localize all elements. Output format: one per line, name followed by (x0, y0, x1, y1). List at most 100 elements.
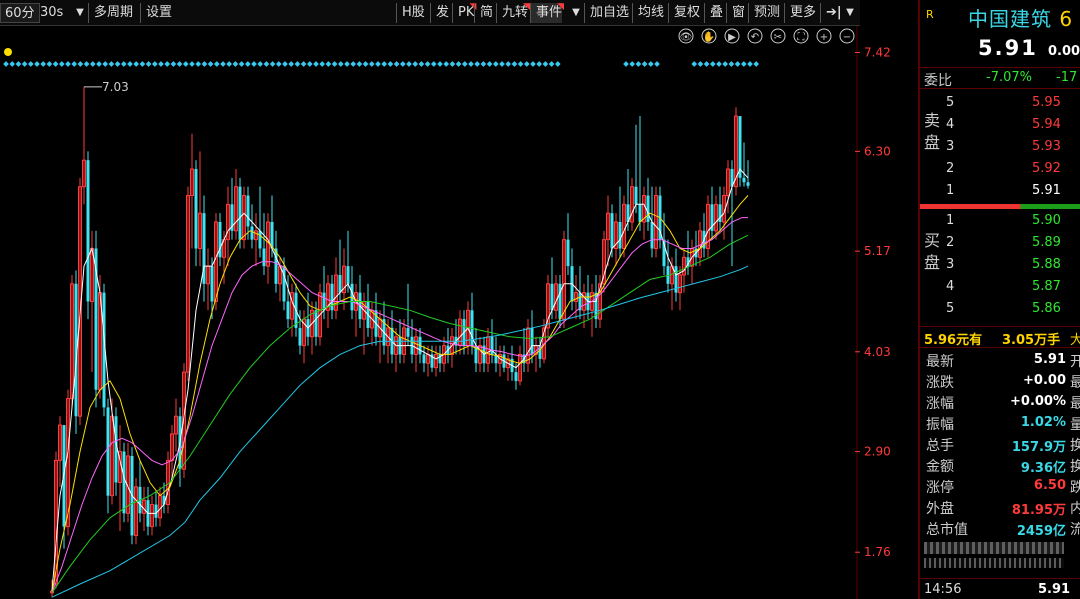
buy-row[interactable]: 4 5.87 (920, 276, 1080, 298)
candle (422, 345, 426, 373)
candle (58, 416, 62, 487)
candle (118, 425, 122, 532)
jiuzhuan-button[interactable]: 九转 ◥ (496, 2, 531, 23)
event-diamond-icon (164, 61, 171, 67)
eye-icon[interactable]: 👁 (678, 28, 694, 44)
ma-line-4 (51, 234, 749, 594)
candle (334, 257, 338, 320)
scissors-icon-glyph: ✂ (774, 32, 782, 43)
settings-button[interactable]: 设置 (140, 3, 172, 23)
hand-icon-glyph: ✋ (703, 30, 715, 43)
scissors-icon[interactable]: ✂ (770, 28, 786, 44)
stock-name[interactable]: 中国建筑 6 (968, 3, 1073, 32)
sell-price: 5.92 (1032, 161, 1061, 176)
event-diamond-icon (449, 61, 456, 67)
event-diamond-icon (703, 61, 710, 67)
candle (266, 213, 270, 284)
ma-line-5 (51, 265, 749, 598)
candle (326, 274, 330, 328)
stat-row: 最新 5.91 开 (920, 349, 1080, 370)
fa-button[interactable]: 发 (430, 3, 449, 23)
buy-price: 5.90 (1032, 213, 1061, 228)
quote-panel: R 中国建筑 6 5.91 0.00 委比 -7.07% -17 5 5.95 4 5… (918, 0, 1080, 599)
summary-volume: 3.05万手 (1002, 333, 1061, 348)
buy-row[interactable]: 3 5.88 (920, 254, 1080, 276)
predict-button[interactable]: 预测 (748, 3, 780, 23)
event-diamond-icon (89, 61, 96, 67)
event-dot-icon (4, 48, 12, 56)
h-stock-button[interactable]: H股 (396, 3, 425, 23)
candle (598, 274, 602, 328)
play-icon[interactable]: ▶ (724, 28, 740, 44)
event-diamond-icon (251, 61, 257, 67)
candle (450, 327, 454, 368)
event-diamond-icon (387, 61, 394, 67)
buy-price: 5.87 (1032, 279, 1061, 294)
candle (702, 213, 706, 258)
hand-icon[interactable]: ✋ (701, 28, 717, 44)
candle (198, 151, 202, 267)
buy-row[interactable]: 2 5.89 (920, 232, 1080, 254)
add-watchlist-button[interactable]: 加自选 (584, 3, 629, 23)
overlay-button[interactable]: 叠 (704, 3, 723, 23)
buy-row[interactable]: 1 5.90 (920, 210, 1080, 232)
kline-chart[interactable]: 7.03 7.42 6.30 5.17 4.03 2.90 1.76 👁 ✋ ▶ ↶ ✂ ⛶ + − (0, 26, 918, 599)
event-diamond-icon (629, 61, 636, 67)
toolbar-dropdown-icon[interactable]: ▼ (842, 3, 858, 23)
undo-icon[interactable]: ↶ (747, 28, 763, 44)
next-arrow-icon[interactable]: ➔| (820, 3, 842, 23)
sell-row[interactable]: 3 5.93 (920, 136, 1080, 158)
fuquan-button[interactable]: 复权 (668, 3, 700, 23)
candle (274, 230, 278, 293)
zoom-out-icon-glyph: − (843, 32, 851, 43)
events-dropdown-icon[interactable]: ▼ (568, 3, 584, 23)
multi-period-button[interactable]: 多周期 (88, 3, 133, 23)
candle-body (262, 248, 266, 267)
candle (430, 345, 434, 373)
fullscreen-icon[interactable]: ⛶ (793, 28, 809, 44)
event-diamond-icon (151, 61, 158, 67)
ma-line-button[interactable]: 均线 (632, 3, 664, 23)
zoom-out-icon[interactable]: − (839, 28, 855, 44)
candle (134, 478, 138, 545)
stat-label: 外盘 (926, 501, 954, 517)
zoom-in-icon-glyph: + (820, 32, 828, 43)
summary-price: 5.96元有 (924, 333, 983, 348)
events-button[interactable]: 事件 ◥ (530, 2, 564, 23)
sell-row[interactable]: 5 5.95 (920, 92, 1080, 114)
stat-right-label: 内 (1070, 501, 1080, 517)
pk-button[interactable]: PK ◥ (452, 2, 476, 23)
stat-value: 1.02% (1020, 415, 1066, 430)
interval-dropdown-icon[interactable]: ▼ (72, 3, 88, 23)
jian-button[interactable]: 简 (474, 3, 493, 23)
candle (258, 186, 262, 258)
period-select[interactable]: 60分 (0, 3, 40, 23)
candle (510, 345, 514, 381)
event-diamond-icon (430, 61, 437, 67)
sell-row[interactable]: 4 5.94 (920, 114, 1080, 136)
sell-row[interactable]: 1 5.91 (920, 180, 1080, 202)
window-button[interactable]: 窗 (726, 3, 745, 23)
candle (618, 186, 622, 258)
event-diamond-icon (102, 61, 109, 67)
event-diamond-icon (468, 61, 474, 67)
ma-line-2 (51, 195, 749, 593)
badge-dot-icon: ◥ (523, 2, 531, 12)
zoom-in-icon[interactable]: + (816, 28, 832, 44)
chart-controls[interactable]: 👁 ✋ ▶ ↶ ✂ ⛶ + − (678, 28, 855, 44)
buy-row[interactable]: 5 5.86 (920, 298, 1080, 320)
event-diamond-icon (492, 61, 499, 67)
event-diamond-icon (499, 61, 505, 67)
candle-body (286, 301, 290, 320)
sell-level: 2 (946, 161, 955, 176)
event-diamond-icon (654, 61, 660, 67)
sell-level: 1 (946, 183, 955, 198)
price-tick-label: 4.03 (864, 345, 891, 359)
event-diamond-icon (734, 61, 741, 67)
more-button[interactable]: 更多 (784, 3, 816, 23)
candle (518, 345, 522, 386)
interval-label[interactable]: 30s (40, 3, 63, 23)
candle-body (258, 230, 262, 249)
candle-body (106, 407, 110, 496)
sell-row[interactable]: 2 5.92 (920, 158, 1080, 180)
